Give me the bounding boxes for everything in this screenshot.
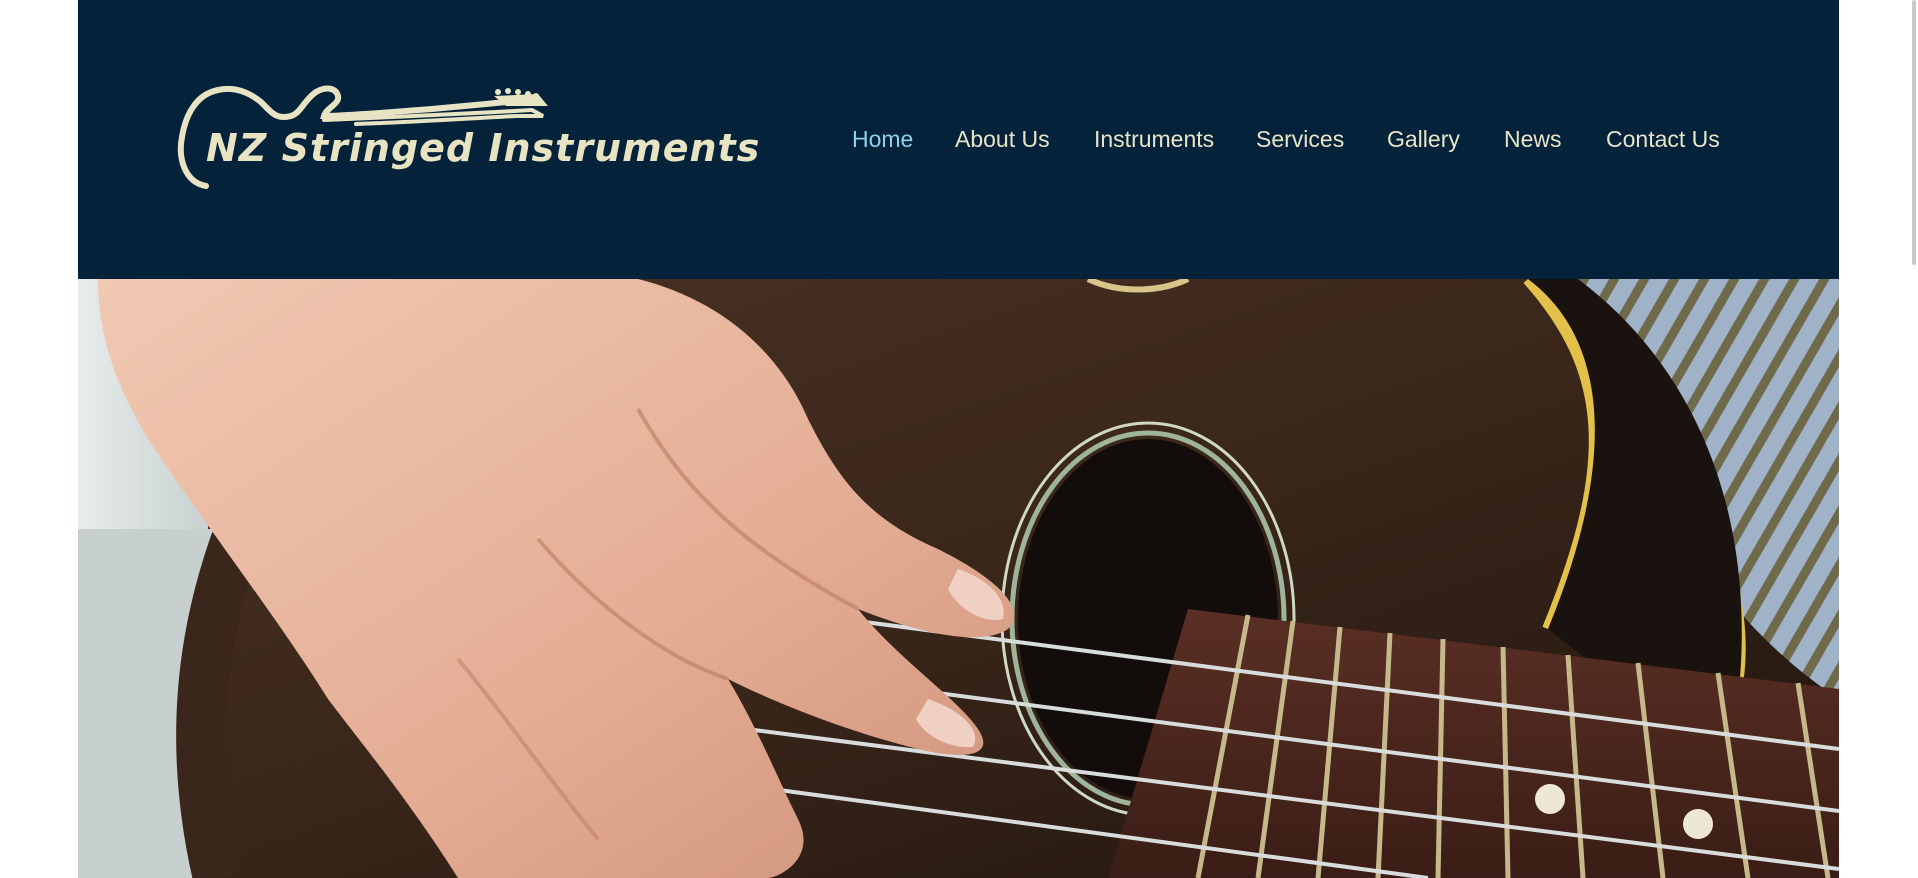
nav-about-us[interactable]: About Us — [955, 122, 1050, 156]
nav-services[interactable]: Services — [1256, 122, 1344, 156]
nav-contact-us[interactable]: Contact Us — [1606, 122, 1720, 156]
hero-banner — [78, 279, 1839, 878]
site-header: NZ Stringed Instruments Home About Us In… — [78, 0, 1839, 279]
nav-home[interactable]: Home — [852, 122, 913, 156]
nav-news[interactable]: News — [1504, 122, 1562, 156]
nav-instruments[interactable]: Instruments — [1094, 122, 1214, 156]
page-scrollbar[interactable] — [1912, 0, 1916, 265]
ukulele-hero-image — [78, 279, 1839, 878]
nav-gallery[interactable]: Gallery — [1387, 122, 1460, 156]
main-nav: Home About Us Instruments Services Galle… — [78, 122, 1839, 156]
page: NZ Stringed Instruments Home About Us In… — [78, 0, 1839, 878]
